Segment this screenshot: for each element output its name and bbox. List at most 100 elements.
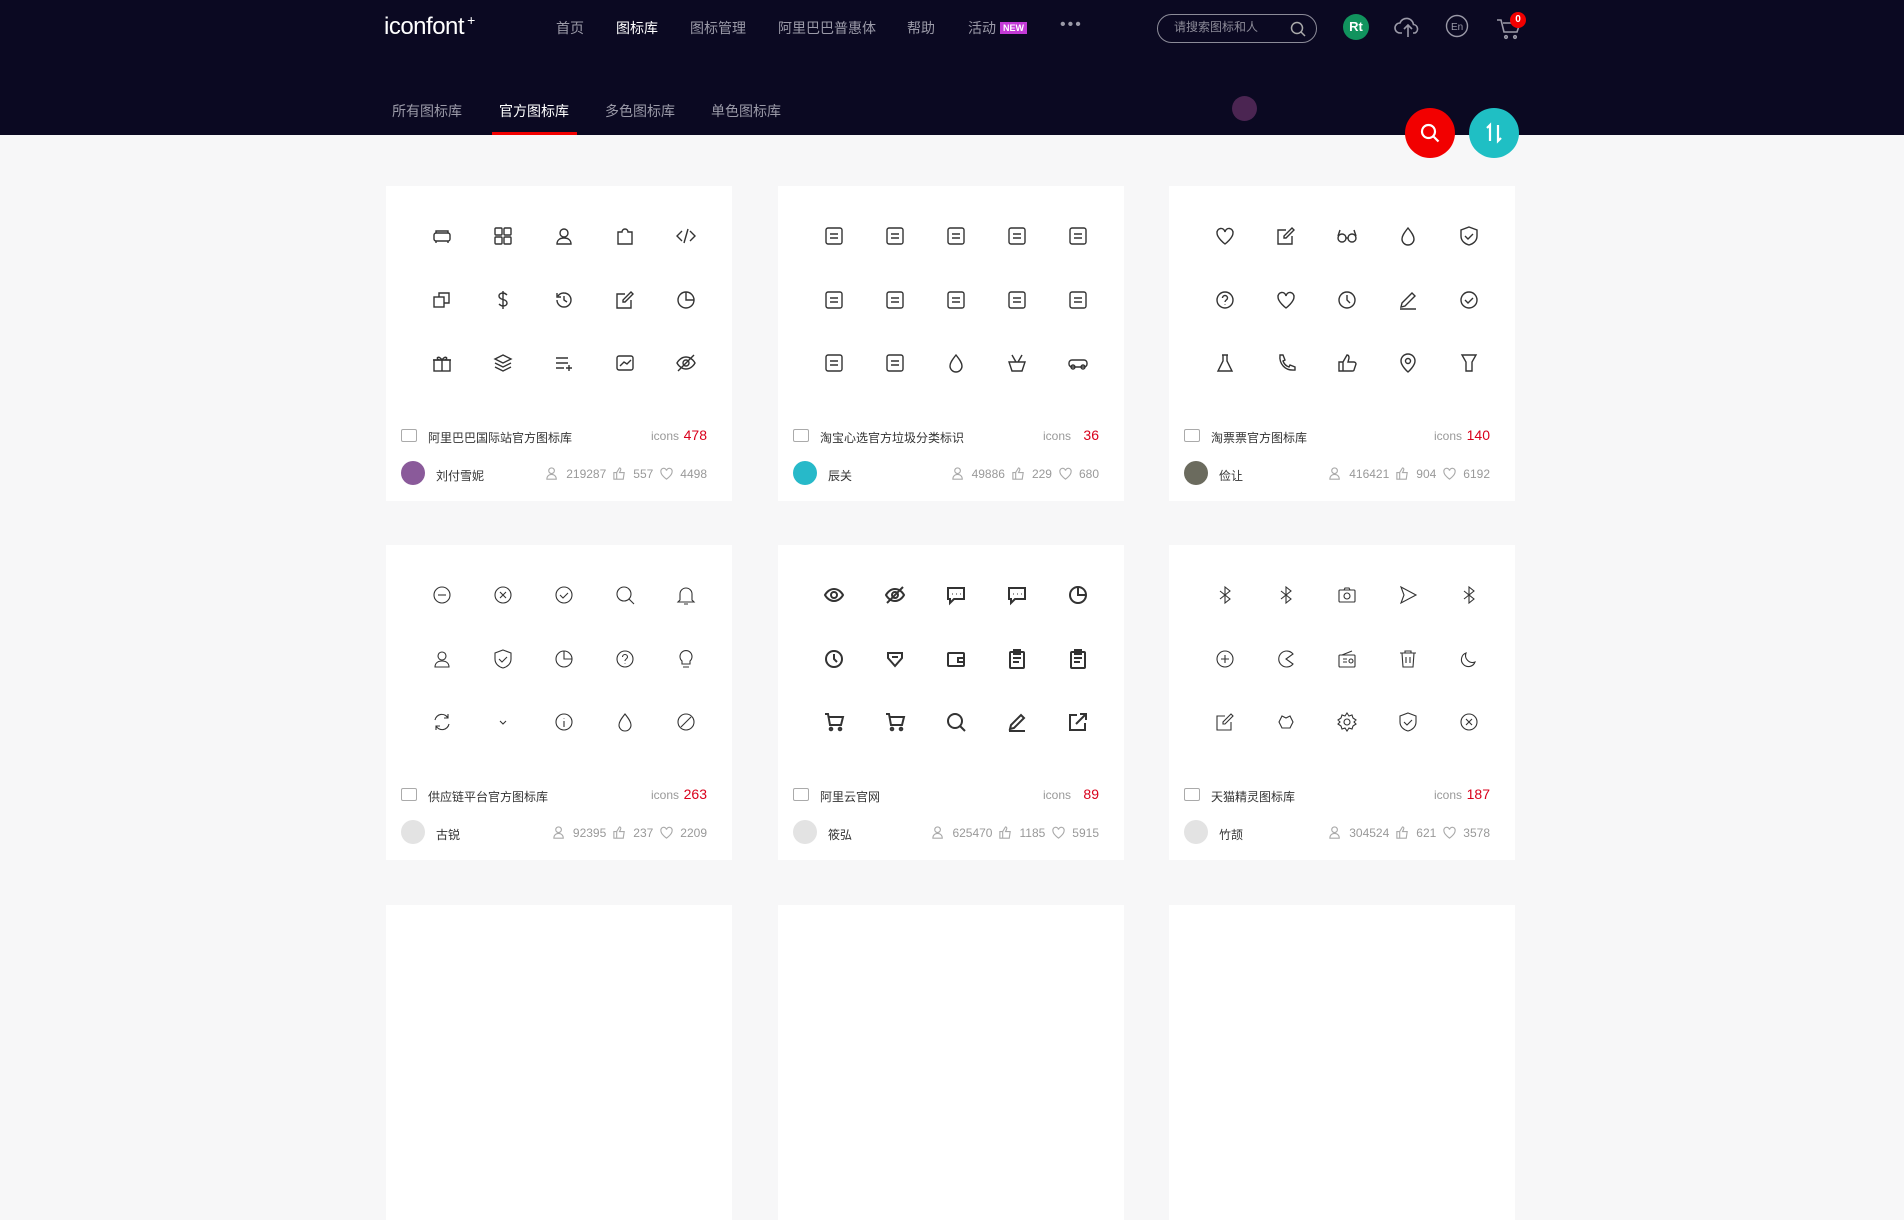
shield-icon[interactable] (472, 639, 533, 679)
check-icon[interactable] (533, 575, 594, 615)
cart-icon[interactable] (864, 702, 925, 742)
grid-icon[interactable] (472, 216, 533, 256)
puzzle-icon[interactable] (594, 216, 655, 256)
heart-icon[interactable] (1194, 216, 1255, 256)
bulb-icon[interactable] (655, 639, 716, 679)
library-card[interactable]: 淘票票官方图标库icons140俭让 416421 904 6192 (1169, 186, 1515, 501)
pac-icon[interactable] (1255, 639, 1316, 679)
gift-icon[interactable] (411, 343, 472, 383)
nav-icon-library[interactable]: 图标库 (616, 18, 658, 38)
box-icon[interactable] (803, 343, 864, 383)
box-icon[interactable] (803, 280, 864, 320)
author-name[interactable]: 刘付雪妮 (436, 467, 484, 484)
box-icon[interactable] (1047, 280, 1108, 320)
favorite-icon[interactable] (659, 825, 674, 840)
eye-off-icon[interactable] (655, 343, 716, 383)
favorite-icon[interactable] (1051, 825, 1066, 840)
sort-button[interactable] (1469, 108, 1519, 158)
code-icon[interactable] (655, 216, 716, 256)
favorite-icon[interactable] (659, 466, 674, 481)
moon-icon[interactable] (1438, 639, 1499, 679)
library-title[interactable]: 阿里巴巴国际站官方图标库 (428, 429, 572, 446)
refresh-icon[interactable] (411, 702, 472, 742)
author-avatar[interactable] (1184, 820, 1208, 844)
author-avatar[interactable] (793, 820, 817, 844)
pen-icon[interactable] (986, 702, 1047, 742)
box-icon[interactable] (925, 216, 986, 256)
language-en-icon[interactable]: En (1445, 14, 1469, 38)
nav-home[interactable]: 首页 (556, 18, 584, 38)
flask-icon[interactable] (1194, 343, 1255, 383)
user-icon[interactable] (533, 216, 594, 256)
phone-icon[interactable] (1255, 343, 1316, 383)
car-icon[interactable] (1047, 343, 1108, 383)
nav-alibaba-font[interactable]: 阿里巴巴普惠体 (778, 18, 876, 38)
eye-icon[interactable] (803, 575, 864, 615)
favorite-icon[interactable] (1442, 466, 1457, 481)
box-icon[interactable] (1047, 216, 1108, 256)
cat-icon[interactable] (1255, 702, 1316, 742)
like-icon[interactable] (1011, 466, 1026, 481)
copy-icon[interactable] (411, 280, 472, 320)
box-icon[interactable] (864, 216, 925, 256)
help-icon[interactable] (1194, 280, 1255, 320)
tag-icon[interactable] (864, 639, 925, 679)
dollar-icon[interactable] (472, 280, 533, 320)
library-card[interactable] (1169, 905, 1515, 1220)
edit-icon[interactable] (1255, 216, 1316, 256)
eye-off-icon[interactable] (864, 575, 925, 615)
edit-icon[interactable] (1194, 702, 1255, 742)
author-name[interactable]: 辰关 (828, 467, 852, 484)
doc-icon[interactable] (986, 639, 1047, 679)
box-icon[interactable] (986, 280, 1047, 320)
cart-icon[interactable] (803, 702, 864, 742)
like-icon[interactable] (612, 466, 627, 481)
library-card[interactable]: 淘宝心选官方垃圾分类标识icons36辰关 49886 229 680 (778, 186, 1124, 501)
shield-icon[interactable] (1377, 702, 1438, 742)
search-icon[interactable] (925, 702, 986, 742)
info-icon[interactable] (533, 702, 594, 742)
box-icon[interactable] (864, 280, 925, 320)
library-card[interactable]: 天猫精灵图标库icons187竹颉 304524 621 3578 (1169, 545, 1515, 860)
drop-icon[interactable] (925, 343, 986, 383)
box-icon[interactable] (803, 216, 864, 256)
edit-icon[interactable] (594, 280, 655, 320)
drop-icon[interactable] (594, 702, 655, 742)
bt-icon[interactable] (1438, 575, 1499, 615)
help-icon[interactable] (594, 639, 655, 679)
sofa-icon[interactable] (411, 216, 472, 256)
tab-multicolor-libraries[interactable]: 多色图标库 (605, 101, 675, 121)
like-icon[interactable] (612, 825, 627, 840)
ban-icon[interactable] (655, 702, 716, 742)
list-add-icon[interactable] (533, 343, 594, 383)
box-icon[interactable] (864, 343, 925, 383)
layers-icon[interactable] (472, 343, 533, 383)
search-icon[interactable] (594, 575, 655, 615)
author-avatar[interactable] (401, 820, 425, 844)
favorite-icon[interactable] (1442, 825, 1457, 840)
like-icon[interactable] (1395, 825, 1410, 840)
chart-icon[interactable] (594, 343, 655, 383)
library-card[interactable] (778, 905, 1124, 1220)
trash-icon[interactable] (1377, 639, 1438, 679)
history-icon[interactable] (533, 280, 594, 320)
pen-icon[interactable] (1377, 280, 1438, 320)
drop-icon[interactable] (1377, 216, 1438, 256)
like-icon[interactable] (998, 825, 1013, 840)
like-icon[interactable] (1395, 466, 1410, 481)
heart-icon[interactable] (1255, 280, 1316, 320)
clock-icon[interactable] (803, 639, 864, 679)
search-icon[interactable] (1290, 21, 1306, 37)
author-name[interactable]: 筱弘 (828, 826, 852, 843)
iconfont-logo[interactable]: iconfont+ (384, 12, 475, 41)
chev-icon[interactable] (472, 702, 533, 742)
chat-icon[interactable] (925, 575, 986, 615)
send-icon[interactable] (1377, 575, 1438, 615)
author-name[interactable]: 古锐 (436, 826, 460, 843)
upload-cloud-icon[interactable] (1394, 14, 1422, 40)
library-title[interactable]: 淘票票官方图标库 (1211, 429, 1307, 446)
user-icon[interactable] (411, 639, 472, 679)
library-title[interactable]: 阿里云官网 (820, 788, 880, 805)
glasses-icon[interactable] (1316, 216, 1377, 256)
library-card[interactable]: 阿里云官网icons89筱弘 625470 1185 5915 (778, 545, 1124, 860)
